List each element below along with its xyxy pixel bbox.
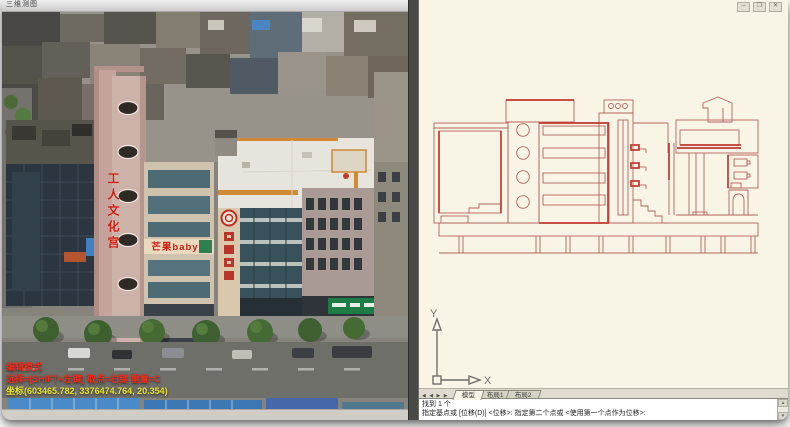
storefront-sign: 芒果baby: [146, 239, 204, 253]
scroll-down-icon[interactable]: ▼: [778, 412, 788, 420]
scroll-up-icon[interactable]: ▲: [778, 399, 788, 407]
cad-pane: ─ ❐ ✕: [419, 0, 788, 420]
pane-splitter[interactable]: [408, 0, 419, 420]
aerial-photo: [2, 12, 408, 409]
aerial-photo-viewport[interactable]: 工人文化宫 芒果baby 编辑模式 选择=[SHIFT+左键] 取点=右键 重置…: [2, 12, 408, 409]
close-button[interactable]: ✕: [769, 2, 782, 12]
minimize-button[interactable]: ─: [737, 2, 750, 12]
photo-pane: 三维测图: [2, 0, 408, 420]
ucs-icon: Y X: [423, 306, 497, 392]
app-window: 三维测图: [2, 0, 788, 420]
cad-canvas[interactable]: Y X: [419, 0, 788, 389]
status-line-hint: 选择=[SHIFT+左键] 取点=右键 重置=C: [6, 373, 168, 385]
status-line-coordinates: 坐标(603465.782, 3376474.764, 20.354): [6, 385, 168, 397]
tab-model[interactable]: 模型: [452, 390, 484, 400]
photo-pane-titlebar: 三维测图: [2, 0, 408, 12]
command-line-1: 找到 1 个: [422, 400, 776, 409]
ucs-x-label: X: [484, 375, 492, 387]
command-scrollbar[interactable]: ▲ ▼: [777, 399, 788, 420]
photo-pane-title: 三维测图: [6, 1, 38, 8]
command-line-2: 指定基点或 [位移(D)] <位移>: 指定第二个点或 <使用第一个点作为位移>…: [422, 409, 776, 418]
building-sign-vertical: 工人文化宫: [105, 172, 122, 272]
cad-elevation-drawing: [431, 95, 765, 257]
ucs-y-label: Y: [430, 308, 438, 320]
restore-button[interactable]: ❐: [753, 2, 766, 12]
command-line-panel[interactable]: 找到 1 个 指定基点或 [位移(D)] <位移>: 指定第二个点或 <使用第一…: [419, 398, 788, 420]
status-overlay: 编辑模式 选择=[SHIFT+左键] 取点=右键 重置=C 坐标(603465.…: [6, 361, 168, 397]
status-line-edit-mode: 编辑模式: [6, 361, 168, 373]
photo-pane-bottom-frame: [2, 409, 408, 420]
window-controls: ─ ❐ ✕: [737, 2, 782, 12]
